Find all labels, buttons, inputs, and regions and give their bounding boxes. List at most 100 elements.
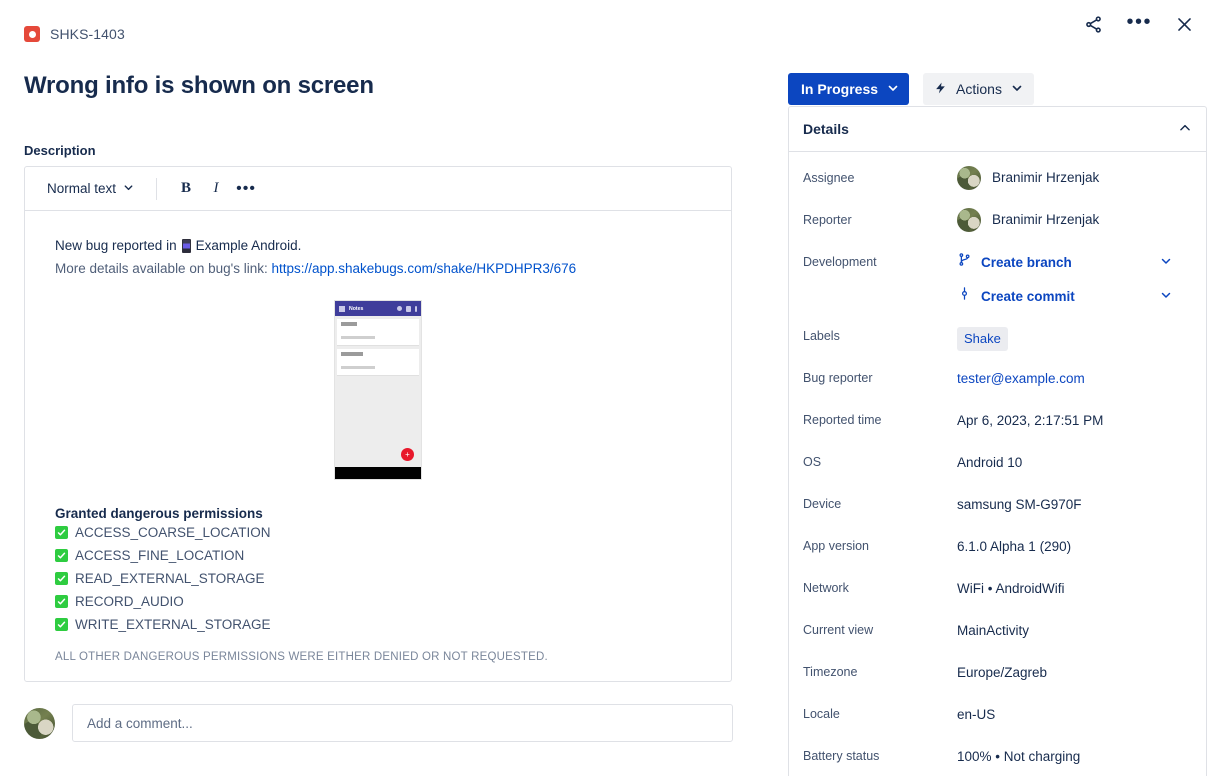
- field-label: Reporter: [803, 213, 852, 227]
- chevron-down-icon: [123, 181, 134, 196]
- permissions-footer: ALL OTHER DANGEROUS PERMISSIONS WERE EIT…: [55, 651, 548, 663]
- issue-sidebar: In Progress Actions Details Assignee Bra…: [784, 0, 1212, 776]
- toolbar-divider: [156, 177, 158, 200]
- more-options-icon[interactable]: •••: [1126, 12, 1152, 33]
- field-label: Bug reporter: [803, 371, 873, 385]
- lightning-icon: [934, 81, 947, 98]
- status-button-label: In Progress: [801, 81, 879, 97]
- chevron-up-icon[interactable]: [1178, 121, 1192, 138]
- hamburger-icon: [339, 305, 345, 312]
- bold-button[interactable]: B: [171, 175, 201, 203]
- details-header[interactable]: Details: [789, 107, 1206, 152]
- description-label: Description: [24, 143, 96, 158]
- bug-link[interactable]: https://app.shakebugs.com/shake/HKPDHPR3…: [271, 261, 576, 276]
- field-device: Device samsung SM-G970F: [803, 492, 1192, 534]
- breadcrumb: SHKS-1403: [24, 0, 760, 56]
- field-battery-status: Battery status 100% • Not charging: [803, 744, 1192, 776]
- field-value: MainActivity: [957, 623, 1030, 638]
- actions-button[interactable]: Actions: [923, 73, 1034, 105]
- create-commit-button[interactable]: Create commit: [957, 286, 1172, 307]
- description-editor: Normal text B I ••• New bug reported in …: [24, 166, 732, 682]
- list-item: WRITE_EXTERNAL_STORAGE: [55, 613, 701, 636]
- field-label: Timezone: [803, 665, 858, 679]
- reporter-name: Branimir Hrzenjak: [992, 212, 1100, 227]
- share-icon[interactable]: [1084, 15, 1103, 34]
- text-style-select[interactable]: Normal text: [39, 176, 142, 201]
- commit-icon: [957, 286, 972, 307]
- field-value[interactable]: Branimir Hrzenjak: [957, 208, 1099, 232]
- issue-key[interactable]: SHKS-1403: [50, 26, 125, 42]
- italic-button[interactable]: I: [201, 175, 231, 203]
- permission-label: ACCESS_FINE_LOCATION: [75, 548, 245, 563]
- create-commit-label: Create commit: [981, 288, 1075, 304]
- field-value: Europe/Zagreb: [957, 665, 1048, 680]
- description-body[interactable]: New bug reported in Example Android. Mor…: [25, 211, 731, 681]
- field-value: Shake: [957, 324, 1008, 351]
- permission-label: RECORD_AUDIO: [75, 594, 184, 609]
- android-nav-bar: [335, 467, 421, 479]
- bug-screenshot[interactable]: Notes +: [334, 300, 422, 480]
- permission-label: ACCESS_COARSE_LOCATION: [75, 525, 271, 540]
- chevron-down-icon[interactable]: [1160, 253, 1172, 273]
- field-value: 6.1.0 Alpha 1 (290): [957, 539, 1072, 554]
- field-value: 100% • Not charging: [957, 749, 1081, 764]
- actions-button-label: Actions: [956, 81, 1002, 97]
- grid-icon: [406, 305, 411, 312]
- details-fields: Assignee Branimir Hrzenjak Reporter Bran…: [789, 152, 1206, 776]
- issue-detail-screen: ••• SHKS-1403 Wrong info is shown on scr…: [0, 0, 1212, 776]
- bug-icon: [24, 26, 40, 42]
- bug-reporter-email[interactable]: tester@example.com: [957, 371, 1085, 386]
- check-icon: [55, 549, 68, 562]
- permissions-title: Granted dangerous permissions: [55, 506, 263, 521]
- field-value: Android 10: [957, 455, 1023, 470]
- list-item: ACCESS_FINE_LOCATION: [55, 544, 701, 567]
- chevron-down-icon[interactable]: [1160, 287, 1172, 307]
- comment-input[interactable]: [72, 704, 733, 742]
- list-item: ACCESS_COARSE_LOCATION: [55, 521, 701, 544]
- avatar: [957, 166, 981, 190]
- field-value: tester@example.com: [957, 366, 1085, 389]
- label-chip[interactable]: Shake: [957, 327, 1008, 351]
- field-label: Current view: [803, 623, 874, 637]
- screenshot-app-title: Notes: [349, 305, 364, 312]
- note-card: [337, 319, 419, 346]
- more-formatting-icon[interactable]: •••: [231, 175, 261, 203]
- window-controls: •••: [1084, 12, 1194, 34]
- field-label: Device: [803, 497, 842, 511]
- page-title: Wrong info is shown on screen: [24, 72, 374, 99]
- field-assignee: Assignee Branimir Hrzenjak: [803, 166, 1192, 208]
- field-label: Battery status: [803, 749, 880, 763]
- field-value[interactable]: Branimir Hrzenjak: [957, 166, 1099, 190]
- field-value: en-US: [957, 707, 996, 722]
- field-network: Network WiFi • AndroidWifi: [803, 576, 1192, 618]
- add-note-fab: +: [401, 448, 414, 461]
- details-title: Details: [803, 121, 849, 137]
- editor-toolbar: Normal text B I •••: [25, 167, 731, 211]
- chevron-down-icon: [887, 81, 899, 97]
- field-reported-time: Reported time Apr 6, 2023, 2:17:51 PM: [803, 408, 1192, 450]
- create-branch-button[interactable]: Create branch: [957, 252, 1172, 273]
- field-bug-reporter: Bug reporter tester@example.com: [803, 366, 1192, 408]
- create-branch-label: Create branch: [981, 254, 1072, 270]
- field-locale: Locale en-US: [803, 702, 1192, 744]
- field-value: WiFi • AndroidWifi: [957, 581, 1065, 596]
- field-current-view: Current view MainActivity: [803, 618, 1192, 660]
- list-item: READ_EXTERNAL_STORAGE: [55, 567, 701, 590]
- field-label: Labels: [803, 329, 840, 343]
- status-button[interactable]: In Progress: [788, 73, 910, 105]
- description-line-1-prefix: New bug reported in: [55, 238, 177, 253]
- screenshot-wrapper: Notes +: [55, 300, 701, 480]
- close-icon[interactable]: [1175, 15, 1194, 34]
- field-label: Reported time: [803, 413, 882, 427]
- details-panel: Details Assignee Branimir Hrzenjak Repor…: [788, 106, 1207, 776]
- permissions-list: ACCESS_COARSE_LOCATION ACCESS_FINE_LOCAT…: [55, 521, 701, 636]
- field-os: OS Android 10: [803, 450, 1192, 492]
- field-label: Locale: [803, 707, 840, 721]
- field-label: Network: [803, 581, 849, 595]
- add-comment-row: [24, 704, 760, 742]
- field-value: Apr 6, 2023, 2:17:51 PM: [957, 413, 1104, 428]
- field-label: OS: [803, 455, 822, 469]
- app-thumbnail-icon: [181, 239, 191, 253]
- list-item: RECORD_AUDIO: [55, 590, 701, 613]
- assignee-name: Branimir Hrzenjak: [992, 170, 1100, 185]
